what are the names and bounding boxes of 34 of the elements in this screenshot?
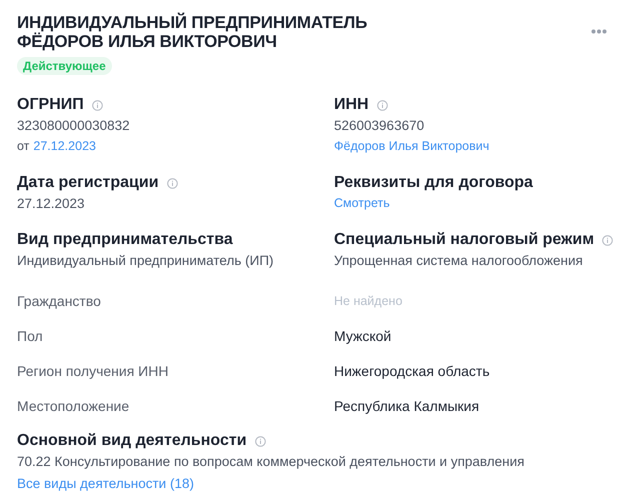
all-activities-link[interactable]: Все виды деятельности (18)	[17, 476, 194, 491]
date-link[interactable]: 27.12.2023	[33, 136, 96, 157]
link[interactable]: Фёдоров Илья Викторович	[334, 139, 490, 153]
info-icon[interactable]	[376, 100, 388, 110]
detail-label: Пол	[17, 327, 44, 346]
section-title: Основной вид деятельности	[17, 431, 247, 451]
field-value: Индивидуальный предприниматель (ИП)	[17, 252, 275, 270]
detail-value: Мужской	[334, 327, 392, 346]
activity-text: 70.22 Консультирование по вопросам коммерческой деятельности и управления Все виды деятельности (18)	[17, 453, 526, 493]
field-value: 526003963670	[334, 117, 426, 135]
status-badge: Действующее	[17, 57, 112, 75]
detail-value: Республика Калмыкия	[334, 397, 480, 416]
section-title: Реквизиты для договора	[334, 173, 533, 193]
info-icon[interactable]	[254, 436, 266, 446]
info-icon[interactable]	[602, 234, 614, 246]
detail-value: Нижегородская область	[334, 362, 491, 381]
link[interactable]: Смотреть	[334, 196, 390, 210]
section-title: ИНН	[334, 95, 369, 115]
more-icon[interactable]	[591, 29, 607, 34]
company-title: ИНДИВИДУАЛЬНЫЙ ПРЕДПРИНИМАТЕЛЬ ФЁДОРОВ ИЛЬЯ ВИКТОРОВИЧ	[17, 13, 368, 51]
section-title: ОГРНИП	[17, 95, 84, 115]
section-title: Дата регистрации	[17, 173, 159, 193]
field-value: 27.12.2023	[17, 195, 86, 213]
field-value: Упрощенная система налогообложения	[334, 252, 584, 270]
detail-label: Регион получения ИНН	[17, 362, 170, 381]
section-title: Вид предпринимательства	[17, 230, 233, 250]
date-prefix: от	[17, 139, 30, 153]
field-value: 323080000030832	[17, 117, 131, 135]
info-icon[interactable]	[92, 100, 103, 110]
detail-label: Гражданство	[17, 292, 102, 311]
detail-value: Не найдено	[334, 293, 404, 310]
info-icon[interactable]	[166, 178, 178, 188]
section-title: Специальный налоговый режим	[334, 230, 594, 250]
detail-label: Местоположение	[17, 397, 130, 416]
